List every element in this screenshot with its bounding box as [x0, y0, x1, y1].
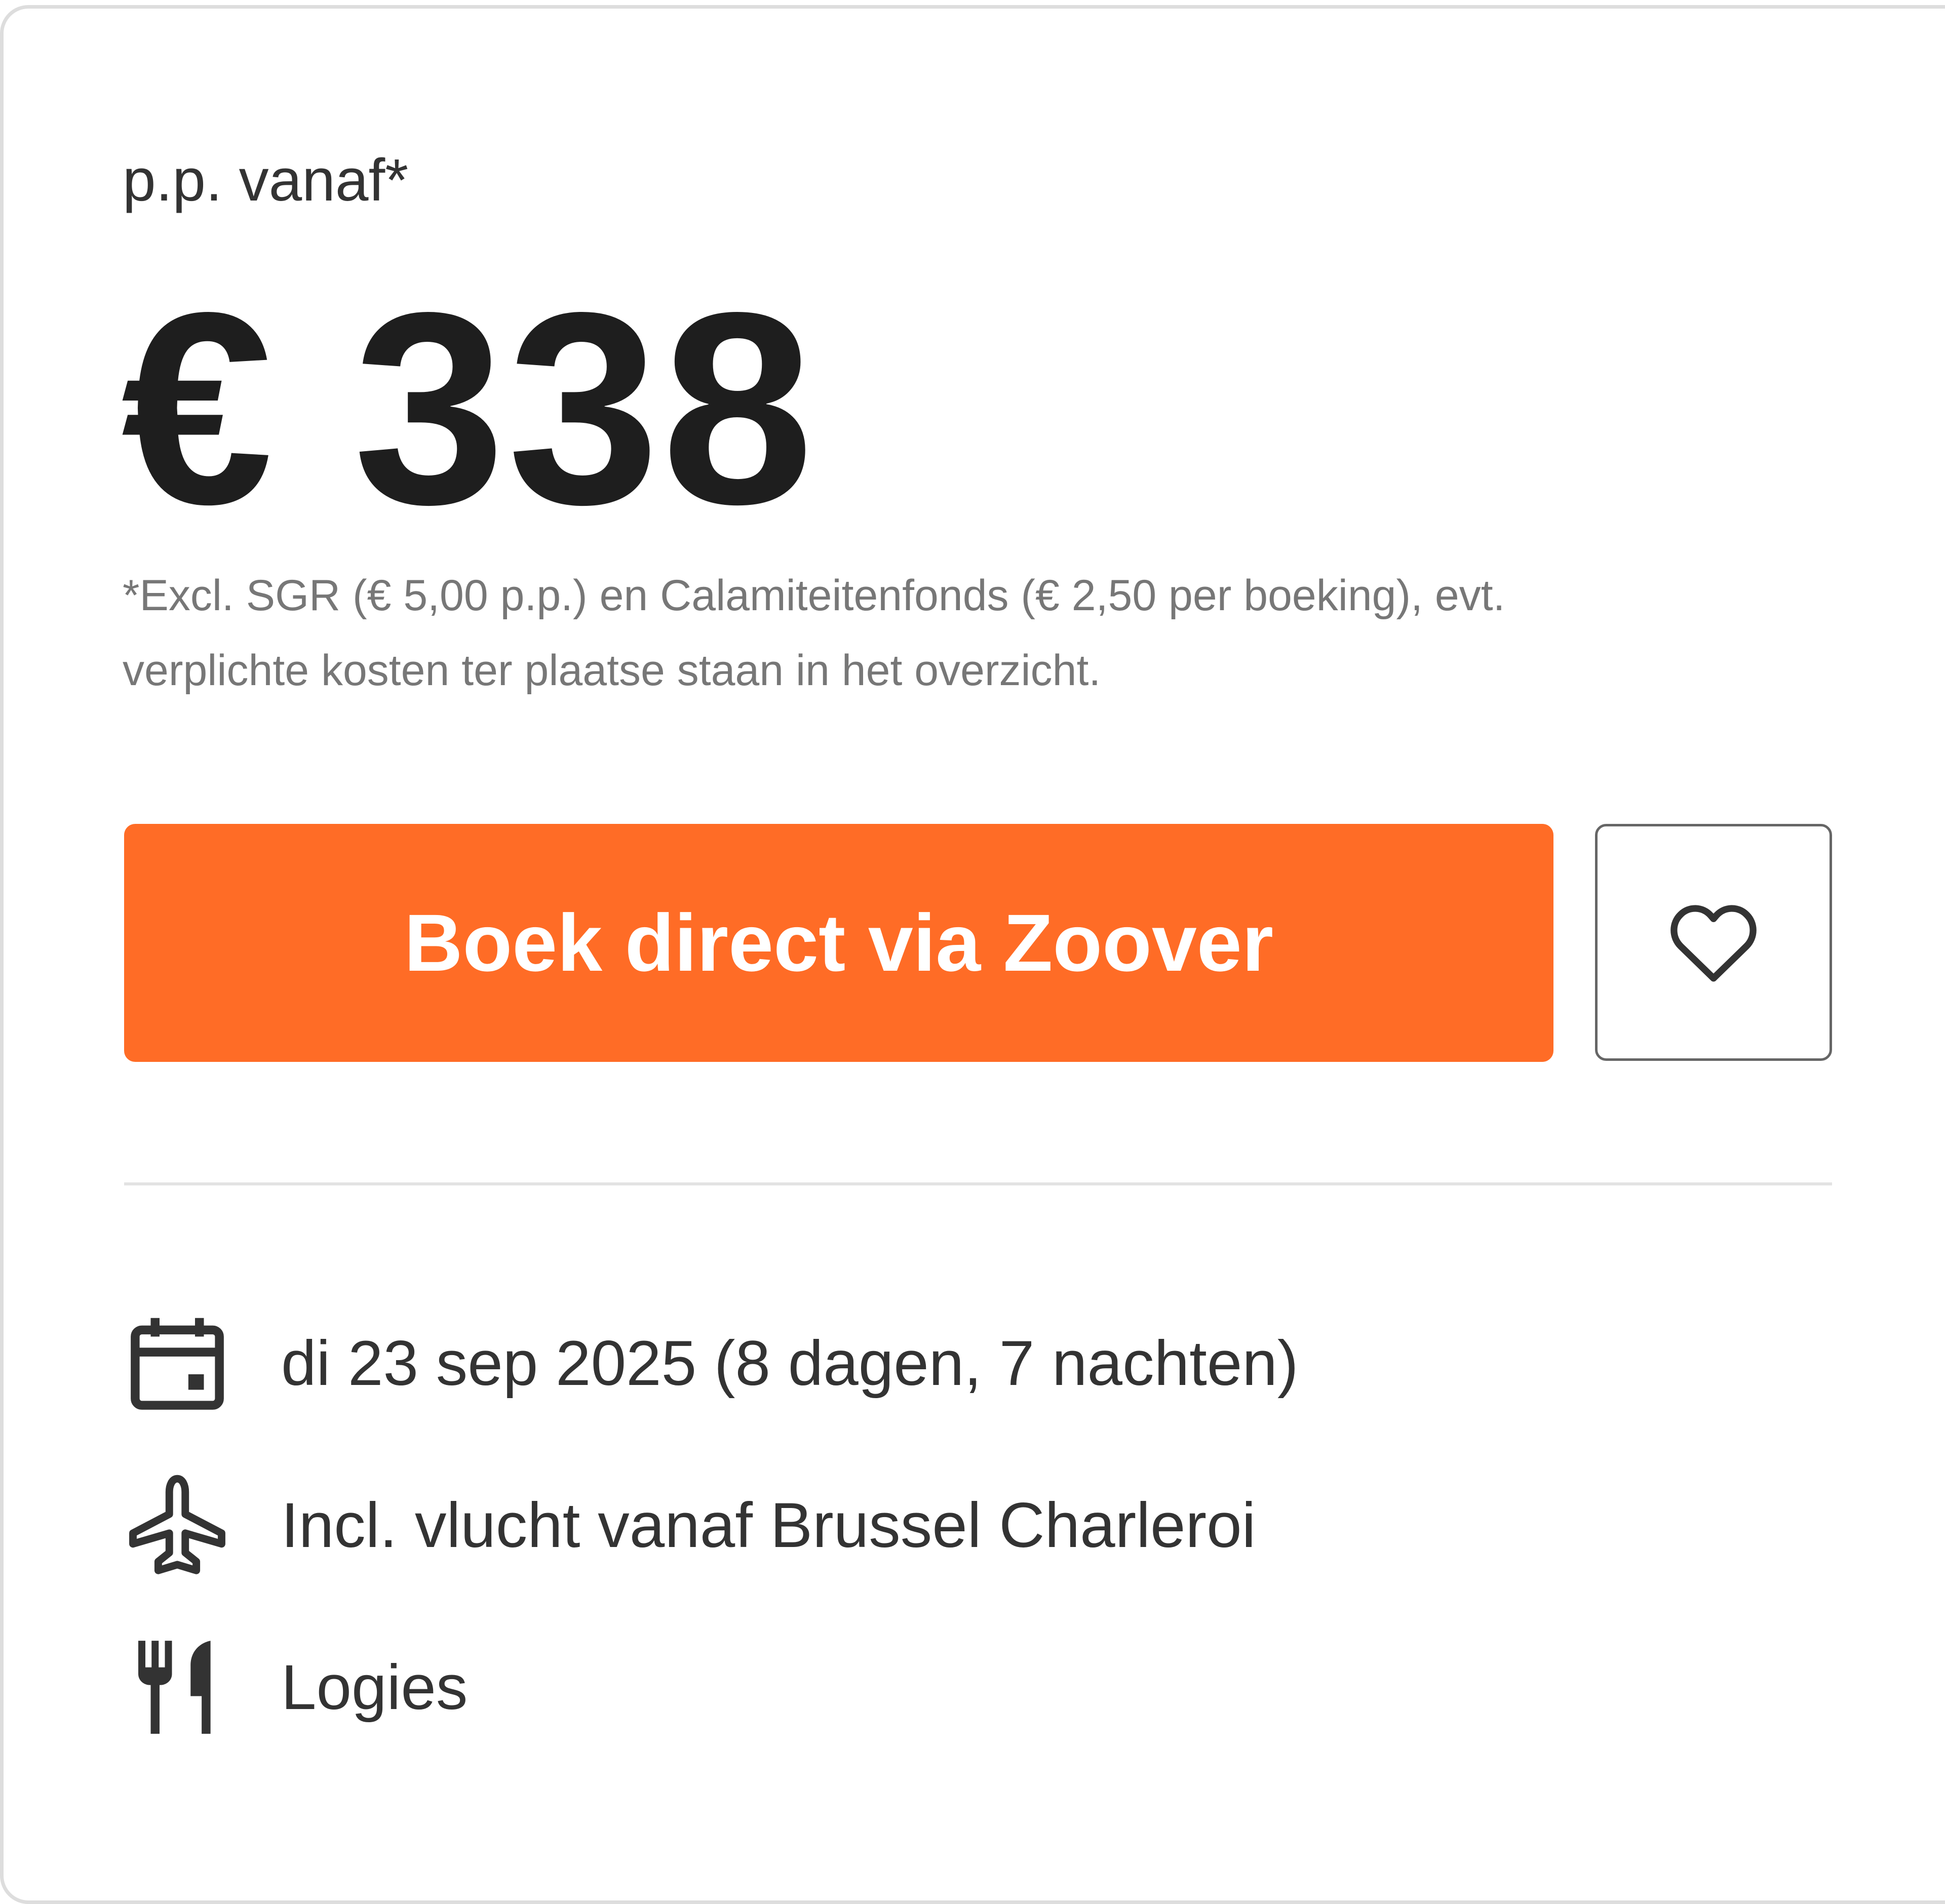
price-value: € 338 [121, 256, 816, 561]
disclaimer-line: *Excl. SGR (€ 5,00 p.p.) en Calamiteiten… [123, 571, 1505, 620]
cutlery-icon [138, 1641, 211, 1734]
section-divider [124, 1182, 1832, 1185]
travel-date-text: di 23 sep 2025 (8 dagen, 7 nachten) [281, 1328, 1299, 1399]
price-disclaimer: *Excl. SGR (€ 5,00 p.p.) en Calamiteiten… [123, 558, 1794, 708]
offer-card: p.p. vanaf* € 338 *Excl. SGR (€ 5,00 p.p… [0, 5, 1945, 1904]
favorite-button[interactable] [1595, 824, 1832, 1061]
detail-row-date: di 23 sep 2025 (8 dagen, 7 nachten) [124, 1305, 1298, 1421]
heart-icon [1670, 905, 1757, 982]
book-direct-button[interactable]: Boek direct via Zoover [124, 824, 1553, 1062]
price-prefix-label: p.p. vanaf* [123, 147, 409, 214]
board-type-text: Logies [281, 1652, 468, 1723]
detail-row-board: Logies [124, 1629, 468, 1746]
plane-icon [129, 1475, 225, 1574]
detail-row-flight: Incl. vlucht vanaf Brussel Charleroi [124, 1467, 1256, 1583]
disclaimer-line: verplichte kosten ter plaatse staan in h… [123, 646, 1101, 695]
flight-info-text: Incl. vlucht vanaf Brussel Charleroi [281, 1490, 1256, 1561]
calendar-icon [131, 1318, 224, 1410]
